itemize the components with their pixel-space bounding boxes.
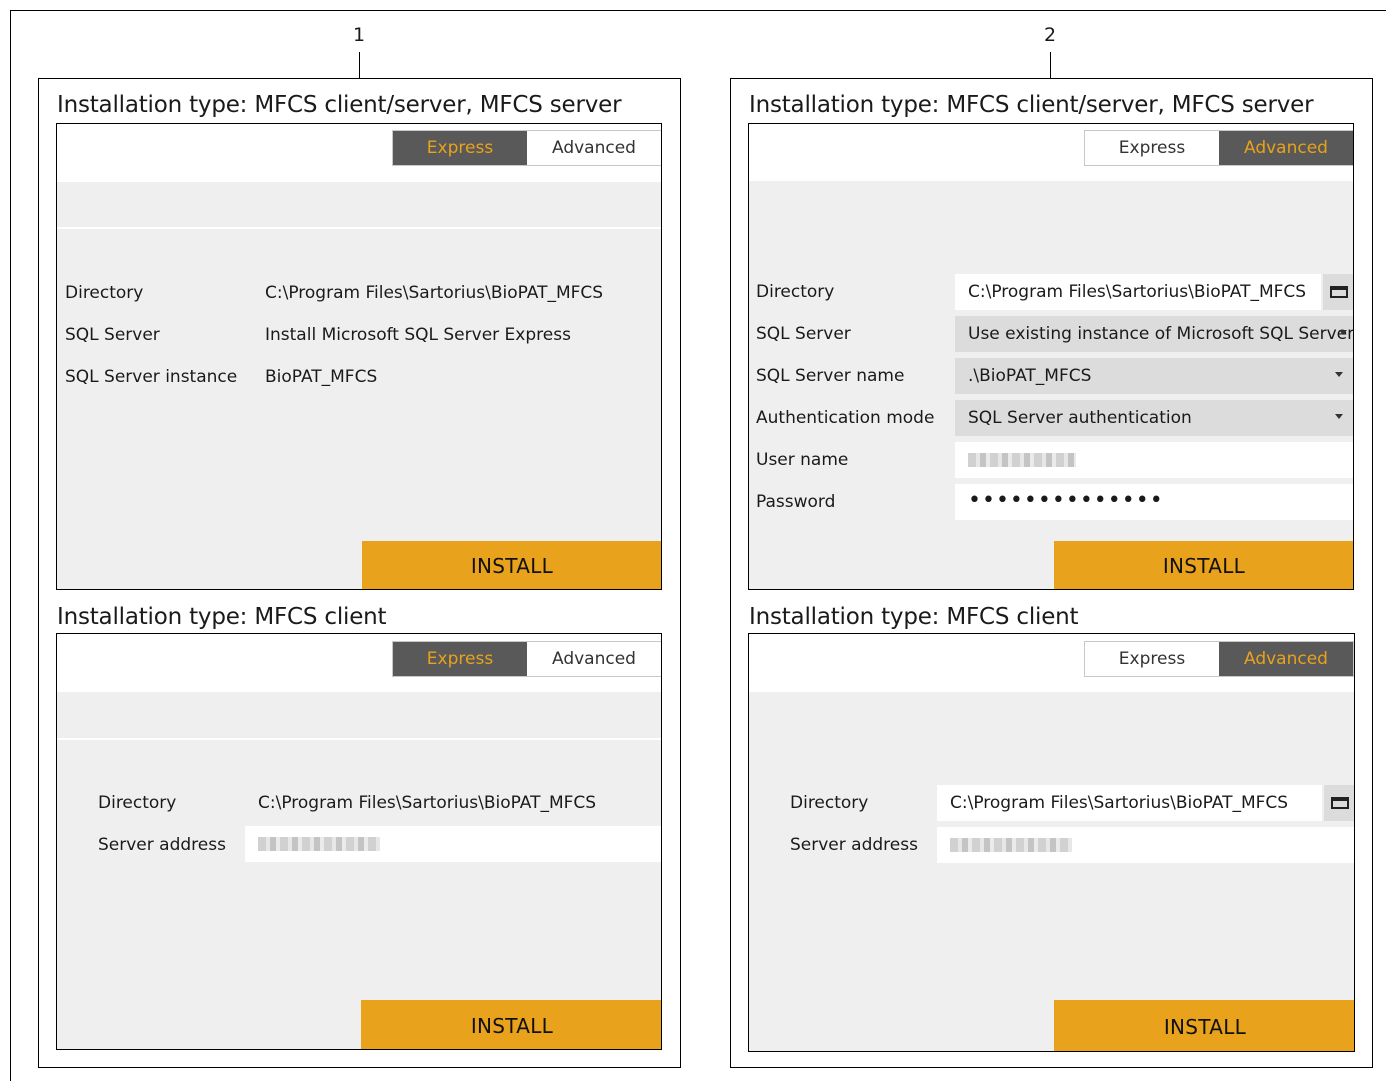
- directory-label: Directory: [65, 283, 144, 303]
- directory-value: C:\Program Files\Sartorius\BioPAT_MFCS: [265, 283, 604, 303]
- password-label: Password: [756, 492, 836, 512]
- sql-server-name-value: .\BioPAT_MFCS: [968, 366, 1092, 386]
- password-value: ••••••••••••••: [968, 487, 1164, 513]
- server-address-label: Server address: [98, 835, 226, 855]
- authentication-mode-dropdown[interactable]: SQL Server authentication: [955, 400, 1353, 436]
- mode-toggle: Express Advanced: [1084, 641, 1354, 677]
- install-button[interactable]: INSTALL: [361, 1000, 661, 1049]
- install-button[interactable]: INSTALL: [1054, 541, 1353, 589]
- section-title-server-advanced: Installation type: MFCS client/server, M…: [749, 92, 1314, 118]
- sql-server-instance-label: SQL Server instance: [65, 367, 238, 387]
- redacted-value: [968, 453, 1076, 467]
- installer-window-client-express: Express Advanced Directory C:\Program Fi…: [56, 633, 662, 1050]
- browse-button[interactable]: [1323, 274, 1353, 310]
- password-input[interactable]: ••••••••••••••: [955, 484, 1353, 520]
- advanced-tab[interactable]: Advanced: [1219, 642, 1353, 676]
- express-tab[interactable]: Express: [393, 642, 527, 676]
- server-address-input[interactable]: [937, 827, 1354, 863]
- install-button[interactable]: INSTALL: [362, 541, 661, 589]
- server-address-label: Server address: [790, 835, 918, 855]
- sql-server-name-label: SQL Server name: [756, 366, 905, 386]
- mode-toggle: Express Advanced: [1084, 130, 1353, 166]
- directory-label: Directory: [98, 793, 177, 813]
- directory-value: C:\Program Files\Sartorius\BioPAT_MFCS: [258, 793, 597, 813]
- directory-input[interactable]: C:\Program Files\Sartorius\BioPAT_MFCS: [955, 274, 1321, 310]
- callout-1-line: [359, 52, 360, 78]
- express-tab[interactable]: Express: [1085, 131, 1219, 165]
- sql-server-dropdown[interactable]: Use existing instance of Microsoft SQL S…: [955, 316, 1353, 352]
- sql-server-name-dropdown[interactable]: .\BioPAT_MFCS: [955, 358, 1353, 394]
- mode-toggle: Express Advanced: [392, 130, 661, 166]
- sql-server-instance-value: BioPAT_MFCS: [265, 367, 378, 387]
- folder-icon: [1331, 797, 1349, 809]
- advanced-tab[interactable]: Advanced: [527, 131, 661, 165]
- chevron-down-icon: [1335, 372, 1343, 377]
- user-name-input[interactable]: [955, 442, 1353, 478]
- express-tab[interactable]: Express: [393, 131, 527, 165]
- directory-input-value: C:\Program Files\Sartorius\BioPAT_MFCS: [968, 282, 1307, 302]
- user-name-label: User name: [756, 450, 849, 470]
- directory-input[interactable]: C:\Program Files\Sartorius\BioPAT_MFCS: [937, 785, 1322, 821]
- advanced-tab[interactable]: Advanced: [1219, 131, 1353, 165]
- folder-icon: [1330, 286, 1348, 298]
- sql-server-label: SQL Server: [65, 325, 160, 345]
- redacted-value: [950, 838, 1072, 852]
- authentication-mode-value: SQL Server authentication: [968, 408, 1192, 428]
- directory-label: Directory: [756, 282, 835, 302]
- installer-window-server-express: Express Advanced Directory C:\Program Fi…: [56, 123, 662, 590]
- install-button[interactable]: INSTALL: [1054, 1000, 1354, 1051]
- callout-2-line: [1050, 52, 1051, 78]
- callout-2: 2: [1044, 24, 1057, 46]
- installer-window-client-advanced: Express Advanced Directory C:\Program Fi…: [748, 633, 1355, 1052]
- directory-label: Directory: [790, 793, 869, 813]
- redacted-value: [258, 837, 380, 851]
- sql-server-label: SQL Server: [756, 324, 851, 344]
- callout-1: 1: [353, 24, 366, 46]
- mode-toggle: Express Advanced: [392, 641, 661, 677]
- server-address-input[interactable]: [245, 826, 661, 862]
- chevron-down-icon: [1339, 330, 1347, 335]
- sql-server-value: Install Microsoft SQL Server Express: [265, 325, 571, 345]
- section-title-client-advanced: Installation type: MFCS client: [749, 604, 1079, 630]
- express-tab[interactable]: Express: [1085, 642, 1219, 676]
- advanced-tab[interactable]: Advanced: [527, 642, 661, 676]
- chevron-down-icon: [1335, 414, 1343, 419]
- browse-button[interactable]: [1324, 785, 1354, 821]
- sql-server-dropdown-value: Use existing instance of Microsoft SQL S…: [968, 324, 1354, 344]
- authentication-mode-label: Authentication mode: [756, 408, 935, 428]
- section-title-server-express: Installation type: MFCS client/server, M…: [57, 92, 622, 118]
- installer-window-server-advanced: Express Advanced Directory C:\Program Fi…: [748, 123, 1354, 590]
- section-title-client-express: Installation type: MFCS client: [57, 604, 387, 630]
- directory-input-value: C:\Program Files\Sartorius\BioPAT_MFCS: [950, 793, 1289, 813]
